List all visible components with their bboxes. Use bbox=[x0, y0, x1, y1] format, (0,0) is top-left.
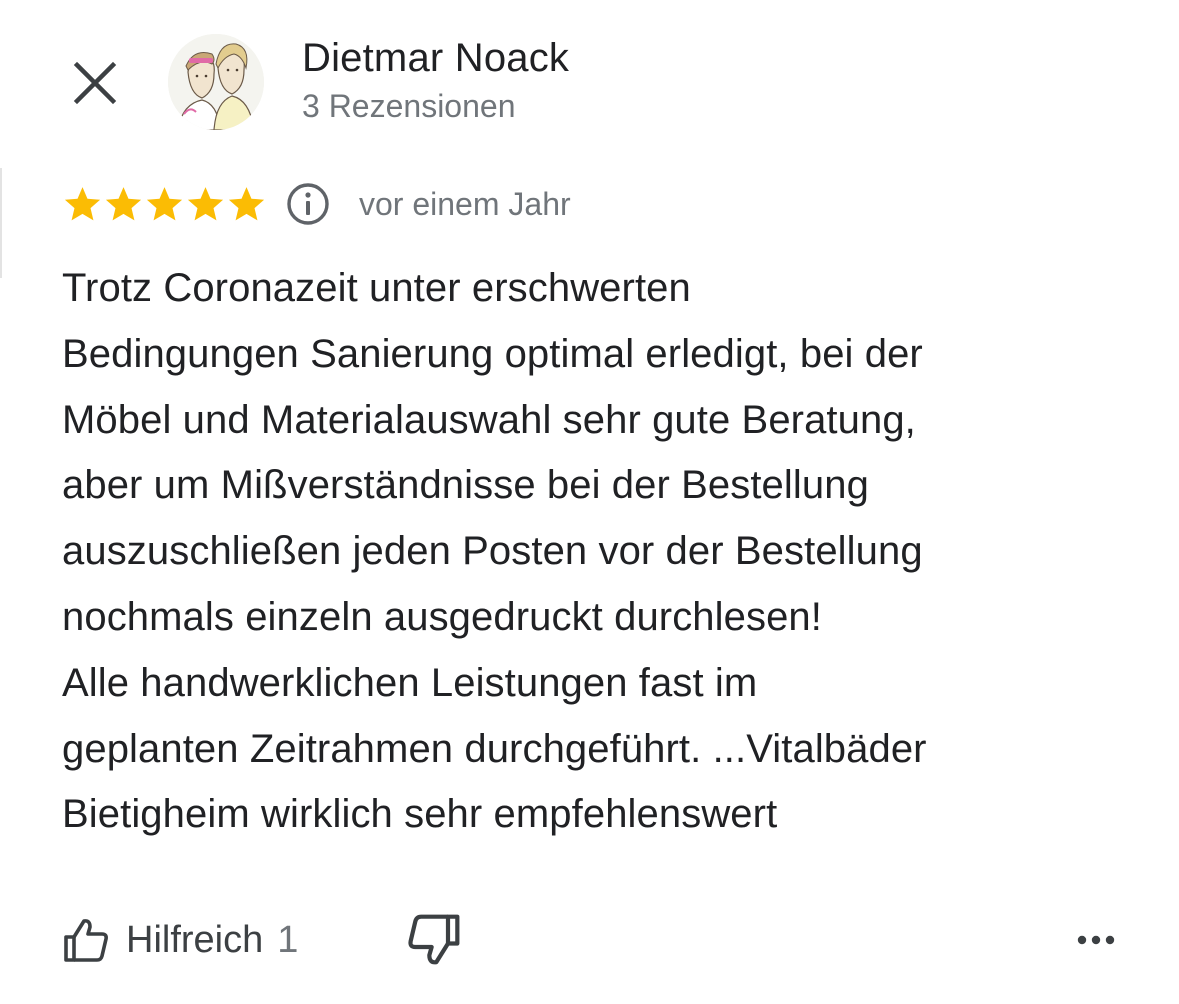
review-text-line: Bedingungen Sanierung optimal erledigt, … bbox=[62, 331, 923, 376]
review-text: Trotz Coronazeit unter erschwerten Beding… bbox=[62, 256, 1142, 848]
avatar[interactable] bbox=[168, 34, 264, 130]
helpful-button[interactable]: Hilfreich 1 bbox=[62, 908, 298, 972]
star-icon bbox=[187, 186, 224, 220]
close-icon bbox=[73, 61, 117, 105]
thumbs-down-icon bbox=[408, 914, 460, 965]
review-text-line: aber um Mißverständnisse bei der Bestell… bbox=[62, 463, 869, 508]
helpful-label: Hilfreich bbox=[126, 918, 264, 961]
review-text-line: Trotz Coronazeit unter erschwerten bbox=[62, 266, 691, 310]
star-icon bbox=[105, 186, 142, 220]
review-text-line: auszuschließen jeden Posten vor der Best… bbox=[62, 529, 923, 574]
review-text-line: nochmals einzeln ausgedruckt durchlesen! bbox=[62, 594, 822, 639]
not-helpful-button[interactable] bbox=[406, 912, 462, 968]
thumbs-up-icon bbox=[64, 919, 108, 962]
review-text-line: geplanten Zeitrahmen durchgeführt. ...Vi… bbox=[62, 726, 927, 771]
star-icon bbox=[228, 186, 265, 220]
star-icon bbox=[146, 186, 183, 220]
star-rating bbox=[62, 184, 267, 225]
review-text-line: Alle handwerklichen Leistungen fast im bbox=[62, 660, 758, 705]
review-date: vor einem Jahr bbox=[359, 185, 571, 222]
review-detail-card: Dietmar Noack 3 Rezensionen vor einem Ja… bbox=[0, 0, 1179, 1004]
info-icon[interactable] bbox=[285, 181, 331, 227]
review-text-line: Bietigheim wirklich sehr empfehlenswert bbox=[62, 792, 778, 837]
rating-row: vor einem Jahr bbox=[62, 180, 571, 228]
helpful-count: 1 bbox=[277, 918, 299, 961]
more-horizontal-icon bbox=[1077, 935, 1115, 945]
review-actions: Hilfreich 1 bbox=[62, 908, 1122, 972]
review-text-line: Möbel und Materialauswahl sehr gute Bera… bbox=[62, 397, 916, 442]
avatar-illustration bbox=[168, 34, 264, 130]
edge-divider bbox=[0, 168, 2, 278]
close-button[interactable] bbox=[62, 50, 128, 116]
author-review-count: 3 Rezensionen bbox=[302, 88, 516, 124]
star-icon bbox=[64, 186, 101, 220]
author-name[interactable]: Dietmar Noack bbox=[302, 36, 569, 81]
more-options-button[interactable] bbox=[1070, 916, 1122, 964]
